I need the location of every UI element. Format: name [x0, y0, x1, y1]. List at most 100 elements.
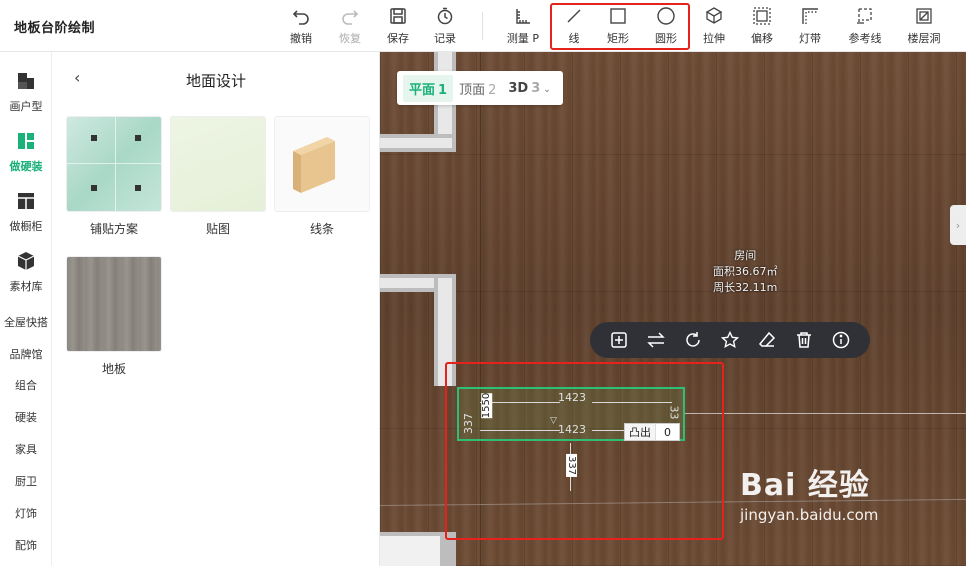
wall-segment — [438, 278, 452, 386]
watermark-brand: Bai 经验 — [740, 468, 870, 503]
save-button[interactable]: 保存 — [374, 4, 422, 48]
nav-link-hardware[interactable]: 硬装 — [0, 409, 52, 425]
room-area: 面积36.67㎡ — [713, 265, 778, 278]
nav-link-combo[interactable]: 组合 — [0, 377, 52, 393]
wall-segment — [380, 138, 452, 148]
undo-icon — [291, 4, 311, 28]
toolbar-divider — [482, 12, 483, 40]
floor-design-panel: ‹ 地面设计 铺贴方案 贴图 线条 地板 — [52, 52, 380, 566]
favorite-button[interactable] — [717, 327, 743, 353]
nav-link-furniture[interactable]: 家具 — [0, 441, 52, 457]
nav-cabinet[interactable]: 做橱柜 — [0, 186, 52, 238]
hardfit-icon — [16, 131, 36, 155]
light-strip-icon — [800, 4, 820, 28]
guide-line — [480, 52, 481, 566]
delete-button[interactable] — [791, 327, 817, 353]
reference-line-button[interactable]: 参考线 — [838, 4, 892, 48]
nav-link-brand[interactable]: 品牌馆 — [0, 346, 52, 362]
cube-icon — [16, 251, 36, 275]
cabinet-icon — [16, 191, 36, 215]
dimension-below: 337 — [566, 453, 578, 478]
paving-scheme-thumbnail — [66, 116, 162, 212]
redo-button[interactable]: 恢复 — [326, 4, 374, 48]
guide-line — [685, 413, 966, 414]
view-switch: 平面 1 顶面 2 3D 3 ⌄ — [397, 71, 563, 105]
reference-line-icon — [855, 4, 875, 28]
room-perimeter: 周长32.11m — [713, 281, 778, 294]
nav-link-decor[interactable]: 配饰 — [0, 537, 52, 553]
history-button[interactable]: 记录 — [421, 4, 469, 48]
rect-tool-button[interactable]: 矩形 — [594, 4, 642, 48]
protrude-label: 凸出 — [625, 424, 656, 440]
circle-icon — [656, 4, 676, 28]
measure-button[interactable]: 测量 P — [499, 4, 547, 48]
left-nav: 画户型 做硬装 做橱柜 素材库 全屋快搭 品牌馆 组合 硬装 家具 厨卫 灯饰 … — [0, 52, 52, 566]
dimension-line — [592, 402, 672, 403]
nav-link-kitchen-bath[interactable]: 厨卫 — [0, 473, 52, 489]
extrude-icon — [704, 4, 724, 28]
star-icon — [720, 331, 739, 348]
room-name: 房间 — [734, 249, 757, 262]
nav-link-lighting[interactable]: 灯饰 — [0, 505, 52, 521]
floor-hole-button[interactable]: 楼层洞 — [899, 4, 949, 48]
dimension-top: 1423 — [558, 391, 586, 404]
nav-hardfit[interactable]: 做硬装 — [0, 126, 52, 178]
nav-materials[interactable]: 素材库 — [0, 246, 52, 298]
save-icon — [389, 4, 407, 28]
info-icon — [833, 331, 850, 349]
trash-icon — [797, 332, 812, 348]
protrude-value[interactable]: 0 — [656, 426, 679, 439]
rotate-button[interactable] — [680, 327, 706, 353]
offset-button[interactable]: 偏移 — [738, 4, 786, 48]
room-info-label[interactable]: 房间 面积36.67㎡ 周长32.11m — [713, 248, 778, 296]
pointer-triangle-icon: ▽ — [550, 416, 557, 426]
rectangle-icon — [609, 4, 627, 28]
app-title: 地板台阶绘制 — [14, 21, 96, 36]
wall-segment — [380, 536, 440, 566]
rotate-icon — [686, 332, 700, 347]
extrude-button[interactable]: 拉伸 — [690, 4, 738, 48]
redo-icon — [340, 4, 360, 28]
dimension-left-inner: 1550 — [481, 392, 493, 419]
design-canvas[interactable]: 平面 1 顶面 2 3D 3 ⌄ 房间 面积36.67㎡ 周长32.11m 14… — [380, 52, 966, 566]
nav-link-whole-house[interactable]: 全屋快搭 — [0, 314, 52, 330]
line-icon — [565, 4, 583, 28]
add-square-button[interactable] — [606, 327, 632, 353]
protrude-input[interactable]: 凸出 0 — [624, 423, 680, 441]
light-strip-button[interactable]: 灯带 — [786, 4, 834, 48]
nav-floorplan[interactable]: 画户型 — [0, 66, 52, 118]
panel-title: 地面设计 — [185, 72, 246, 90]
eraser-button[interactable] — [754, 327, 780, 353]
chevron-right-icon: › — [955, 218, 961, 232]
circle-tool-button[interactable]: 圆形 — [642, 4, 690, 48]
floorplan-icon — [16, 71, 36, 95]
view-ceiling-tab[interactable]: 顶面 2 — [453, 75, 502, 102]
clock-icon — [436, 4, 454, 28]
swap-button[interactable] — [643, 327, 669, 353]
dimension-left: 337 — [462, 413, 475, 434]
chevron-down-icon: ⌄ — [543, 84, 551, 95]
view-plan-tab[interactable]: 平面 1 — [403, 74, 454, 102]
app-root: 地板台阶绘制 撤销 恢复 保存 记录 测量 P 线 矩形 圆形 拉伸 偏移 灯带… — [0, 0, 966, 566]
watermark-url: jingyan.baidu.com — [740, 506, 879, 524]
tile-wood-floor[interactable]: 地板 — [66, 256, 162, 377]
tile-molding[interactable]: 线条 — [274, 116, 370, 237]
offset-icon — [752, 4, 772, 28]
info-button[interactable] — [828, 327, 854, 353]
swap-icon — [646, 332, 665, 348]
add-square-icon — [610, 332, 627, 348]
floor-hole-icon — [915, 4, 933, 28]
dimension-bottom: 1423 — [558, 423, 586, 436]
expand-panel-handle[interactable]: › — [950, 205, 966, 245]
tile-paving-scheme[interactable]: 铺贴方案 — [66, 116, 162, 237]
dimension-line — [480, 430, 560, 431]
tile-texture[interactable]: 贴图 — [170, 116, 266, 237]
view-3d-tab[interactable]: 3D 3 ⌄ — [502, 77, 556, 100]
top-toolbar: 地板台阶绘制 撤销 恢复 保存 记录 测量 P 线 矩形 圆形 拉伸 偏移 灯带… — [0, 0, 966, 52]
molding-thumbnail — [274, 116, 370, 212]
line-tool-button[interactable]: 线 — [550, 4, 598, 48]
dimension-right: 33 — [667, 405, 681, 420]
context-toolbar — [590, 322, 870, 358]
wood-floor-thumbnail — [66, 256, 162, 352]
undo-button[interactable]: 撤销 — [277, 4, 325, 48]
